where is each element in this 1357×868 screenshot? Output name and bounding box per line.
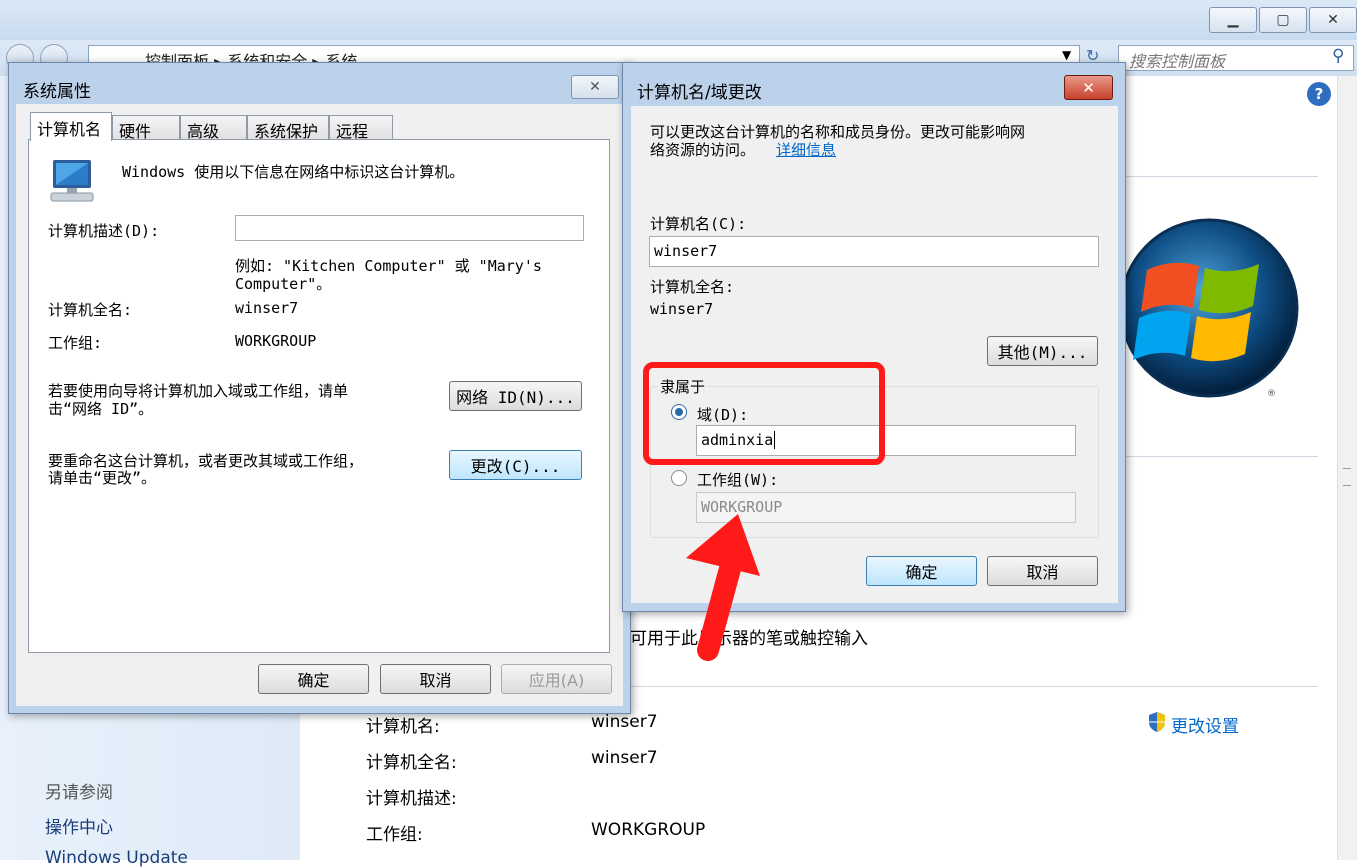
annotation-arrow — [676, 510, 768, 662]
change-settings-link[interactable]: 更改设置 — [1171, 712, 1239, 737]
tab-advanced[interactable]: 高级 — [180, 115, 247, 141]
full-name-value: winser7 — [235, 299, 299, 317]
divider — [630, 686, 1318, 687]
close-window-button[interactable]: ✕ — [1309, 7, 1357, 33]
change-button[interactable]: 更改(C)... — [449, 450, 582, 480]
windows-logo: ® — [1117, 210, 1299, 408]
rename-text-line2: 请单击“更改”。 — [48, 469, 157, 487]
info-label-computer-name: 计算机名: — [366, 717, 440, 737]
description-label: 计算机描述(D): — [48, 222, 160, 240]
workgroup-label: 工作组: — [48, 334, 103, 352]
highlight-box — [643, 362, 885, 465]
rename-intro-line2: 络资源的访问。 — [650, 141, 756, 159]
tab-hardware[interactable]: 硬件 — [112, 115, 180, 141]
network-id-button[interactable]: 网络 ID(N)... — [449, 381, 582, 411]
example-text-line2: Computer"。 — [235, 275, 332, 293]
computer-name-input[interactable]: winser7 — [649, 236, 1099, 267]
window-title-bar — [0, 0, 1357, 40]
action-center-link[interactable]: 操作中心 — [45, 813, 113, 838]
cancel-button[interactable]: 取消 — [380, 664, 491, 694]
chevron-down-icon[interactable]: ▼ — [1062, 48, 1071, 62]
info-value-workgroup: WORKGROUP — [591, 820, 706, 840]
info-value-computer-name: winser7 — [591, 712, 658, 732]
wizard-text-line2: 击“网络 ID”。 — [48, 400, 154, 418]
details-link[interactable]: 详细信息 — [776, 139, 836, 160]
rename-dialog-title: 计算机名/域更改 — [637, 83, 762, 103]
info-label-full-name: 计算机全名: — [366, 753, 457, 773]
close-icon: ✕ — [1327, 12, 1339, 28]
close-icon: ✕ — [589, 79, 601, 95]
maximize-button[interactable]: ▢ — [1259, 7, 1307, 33]
minimize-button[interactable]: ▁ — [1209, 7, 1257, 33]
close-button[interactable]: ✕ — [1064, 75, 1113, 100]
workgroup-radio-label: 工作组(W): — [697, 471, 779, 489]
description-field[interactable] — [235, 215, 584, 241]
rename-cancel-button[interactable]: 取消 — [987, 556, 1098, 586]
computer-icon — [47, 158, 97, 204]
rename-full-name-value: winser7 — [650, 300, 714, 318]
rename-full-name-label: 计算机全名: — [650, 278, 735, 296]
tab-system-protection[interactable]: 系统保护 — [247, 115, 329, 141]
system-properties-title: 系统属性 — [23, 82, 91, 102]
full-name-label: 计算机全名: — [48, 301, 133, 319]
info-value-full-name: winser7 — [591, 748, 658, 768]
minimize-icon: ▁ — [1227, 12, 1239, 28]
ok-button[interactable]: 确定 — [258, 664, 369, 694]
tab-remote[interactable]: 远程 — [329, 115, 393, 141]
tab-computer-name[interactable]: 计算机名 — [30, 112, 112, 141]
close-icon: ✕ — [1082, 78, 1095, 97]
intro-text: Windows 使用以下信息在网络中标识这台计算机。 — [122, 163, 465, 181]
close-button[interactable]: ✕ — [571, 75, 619, 99]
search-input[interactable]: 搜索控制面板 — [1118, 45, 1354, 71]
workgroup-radio[interactable] — [671, 470, 687, 486]
divider — [1125, 456, 1318, 457]
svg-text:®: ® — [1267, 389, 1276, 399]
rename-ok-button[interactable]: 确定 — [866, 556, 977, 586]
scrollbar-grip[interactable] — [1343, 468, 1351, 486]
divider — [1125, 176, 1318, 177]
info-label-description: 计算机描述: — [366, 789, 457, 809]
see-also-label: 另请参阅 — [45, 783, 113, 803]
scrollbar[interactable] — [1337, 76, 1357, 860]
search-icon[interactable]: ⚲ — [1332, 46, 1344, 66]
info-label-workgroup: 工作组: — [366, 825, 423, 845]
maximize-icon: ▢ — [1276, 12, 1290, 28]
windows-update-link[interactable]: Windows Update — [45, 848, 188, 868]
shield-icon — [1147, 711, 1167, 733]
more-button[interactable]: 其他(M)... — [987, 336, 1098, 366]
help-icon[interactable]: ? — [1307, 82, 1331, 106]
apply-button[interactable]: 应用(A) — [501, 664, 612, 694]
name-label: 计算机名(C): — [650, 215, 747, 233]
workgroup-value: WORKGROUP — [235, 332, 317, 350]
